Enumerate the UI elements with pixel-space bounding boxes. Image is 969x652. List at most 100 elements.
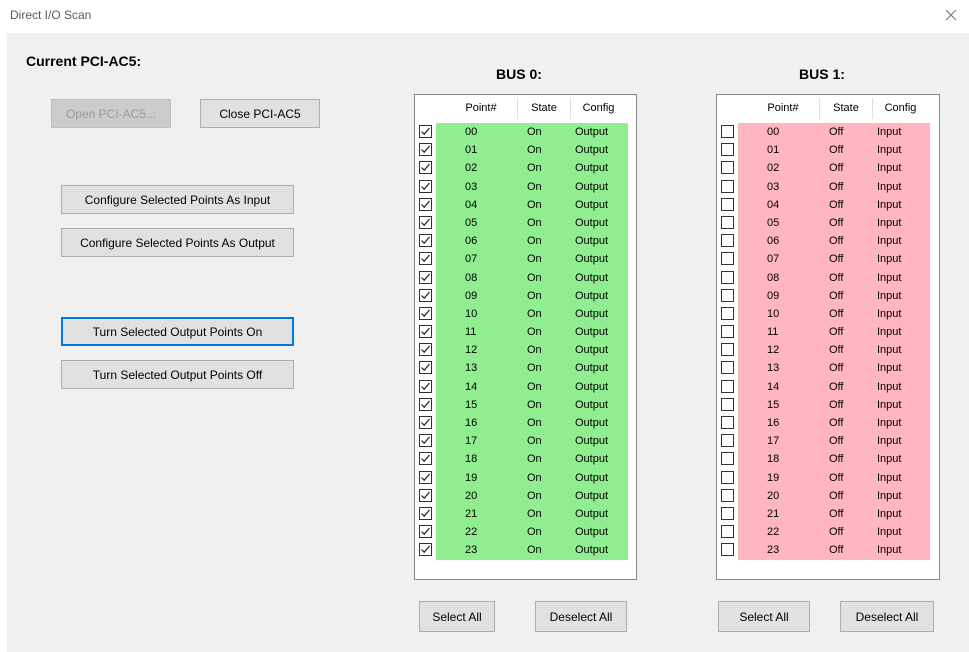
bus0-row[interactable]: 05 On Output — [415, 213, 636, 233]
bus0-row[interactable]: 12 On Output — [415, 341, 636, 360]
bus1-row-checkbox[interactable] — [721, 416, 734, 429]
bus1-row-checkbox[interactable] — [721, 270, 734, 284]
bus0-row-checkbox[interactable] — [419, 306, 432, 320]
bus0-row[interactable]: 00 On Output — [415, 123, 636, 142]
bus0-row[interactable]: 01 On Output — [415, 141, 636, 160]
bus1-row[interactable]: 00 Off Input — [717, 123, 939, 142]
bus0-col-point[interactable]: Point# — [446, 102, 516, 114]
close-device-button[interactable]: Close PCI-AC5 — [200, 99, 320, 128]
bus1-row-checkbox[interactable] — [721, 343, 734, 357]
bus1-row-checkbox[interactable] — [721, 161, 734, 175]
configure-output-button[interactable]: Configure Selected Points As Output — [61, 228, 294, 257]
bus0-row-checkbox[interactable] — [419, 325, 432, 339]
bus1-row-checkbox[interactable] — [721, 197, 734, 211]
bus0-row[interactable]: 09 On Output — [415, 286, 636, 305]
bus0-row[interactable]: 03 On Output — [415, 177, 636, 196]
configure-input-button[interactable]: Configure Selected Points As Input — [61, 185, 294, 214]
bus1-row-checkbox[interactable] — [721, 125, 734, 138]
bus0-row[interactable]: 02 On Output — [415, 159, 636, 178]
bus1-row-checkbox[interactable] — [721, 306, 734, 320]
bus1-col-point[interactable]: Point# — [748, 102, 818, 114]
bus0-row[interactable]: 18 On Output — [415, 450, 636, 469]
bus1-row[interactable]: 19 Off Input — [717, 468, 939, 487]
bus0-row[interactable]: 23 On Output — [415, 541, 636, 560]
bus0-row[interactable]: 06 On Output — [415, 232, 636, 251]
bus0-row[interactable]: 14 On Output — [415, 377, 636, 396]
bus0-row-checkbox[interactable] — [419, 397, 432, 411]
bus1-row-checkbox[interactable] — [721, 525, 734, 539]
bus0-row[interactable]: 10 On Output — [415, 304, 636, 324]
bus0-row[interactable]: 16 On Output — [415, 414, 636, 433]
bus0-row-checkbox[interactable] — [419, 252, 432, 266]
bus0-row[interactable]: 21 On Output — [415, 504, 636, 524]
bus1-select-all-button[interactable]: Select All — [718, 601, 810, 632]
open-device-button[interactable]: Open PCI-AC5... — [51, 99, 171, 128]
bus1-row[interactable]: 11 Off Input — [717, 323, 939, 342]
bus0-row-checkbox[interactable] — [419, 197, 432, 211]
bus0-row-checkbox[interactable] — [419, 379, 432, 393]
bus0-col-config[interactable]: Config — [571, 102, 626, 114]
bus1-row-checkbox[interactable] — [721, 506, 734, 520]
bus1-row[interactable]: 04 Off Input — [717, 195, 939, 214]
bus1-row[interactable]: 06 Off Input — [717, 232, 939, 251]
bus1-row[interactable]: 15 Off Input — [717, 395, 939, 414]
bus0-row-checkbox[interactable] — [419, 143, 432, 157]
bus0-row-checkbox[interactable] — [419, 288, 432, 302]
bus1-row[interactable]: 21 Off Input — [717, 504, 939, 524]
bus1-deselect-all-button[interactable]: Deselect All — [840, 601, 934, 632]
bus1-row[interactable]: 08 Off Input — [717, 268, 939, 287]
bus0-row-checkbox[interactable] — [419, 179, 432, 193]
bus0-row-checkbox[interactable] — [419, 488, 432, 502]
bus1-row-checkbox[interactable] — [721, 325, 734, 339]
bus0-row-checkbox[interactable] — [419, 506, 432, 520]
bus0-row-checkbox[interactable] — [419, 543, 432, 557]
bus0-row-checkbox[interactable] — [419, 361, 432, 375]
bus0-row-checkbox[interactable] — [419, 343, 432, 357]
bus0-deselect-all-button[interactable]: Deselect All — [535, 601, 627, 632]
bus0-row-checkbox[interactable] — [419, 161, 432, 175]
bus0-row-checkbox[interactable] — [419, 125, 432, 138]
bus0-row[interactable]: 15 On Output — [415, 395, 636, 414]
bus1-row[interactable]: 03 Off Input — [717, 177, 939, 196]
bus1-row[interactable]: 01 Off Input — [717, 141, 939, 160]
bus1-row-checkbox[interactable] — [721, 234, 734, 248]
bus1-col-state[interactable]: State — [820, 102, 872, 114]
bus1-row-checkbox[interactable] — [721, 470, 734, 484]
bus0-row-checkbox[interactable] — [419, 215, 432, 229]
bus1-row-checkbox[interactable] — [721, 252, 734, 266]
bus1-row[interactable]: 02 Off Input — [717, 159, 939, 178]
bus0-row[interactable]: 19 On Output — [415, 468, 636, 487]
bus1-row-checkbox[interactable] — [721, 543, 734, 557]
bus1-row[interactable]: 09 Off Input — [717, 286, 939, 305]
bus1-row-checkbox[interactable] — [721, 452, 734, 466]
bus0-select-all-button[interactable]: Select All — [419, 601, 495, 632]
bus1-row-checkbox[interactable] — [721, 361, 734, 375]
bus1-row-checkbox[interactable] — [721, 379, 734, 393]
bus0-row-checkbox[interactable] — [419, 525, 432, 539]
bus1-row-checkbox[interactable] — [721, 143, 734, 157]
bus0-row[interactable]: 04 On Output — [415, 195, 636, 214]
turn-on-button[interactable]: Turn Selected Output Points On — [61, 317, 294, 346]
bus1-row-checkbox[interactable] — [721, 215, 734, 229]
bus1-row[interactable]: 10 Off Input — [717, 304, 939, 324]
close-icon[interactable] — [943, 7, 959, 23]
bus1-col-config[interactable]: Config — [873, 102, 928, 114]
turn-off-button[interactable]: Turn Selected Output Points Off — [61, 360, 294, 389]
bus0-row[interactable]: 11 On Output — [415, 323, 636, 342]
bus1-row[interactable]: 07 Off Input — [717, 250, 939, 269]
bus0-row[interactable]: 13 On Output — [415, 359, 636, 378]
bus0-row[interactable]: 08 On Output — [415, 268, 636, 287]
bus1-row-checkbox[interactable] — [721, 288, 734, 302]
bus1-row[interactable]: 23 Off Input — [717, 541, 939, 560]
bus1-row[interactable]: 17 Off Input — [717, 432, 939, 451]
bus1-row[interactable]: 22 Off Input — [717, 523, 939, 542]
bus0-row[interactable]: 22 On Output — [415, 523, 636, 542]
bus1-row-checkbox[interactable] — [721, 397, 734, 411]
bus1-row[interactable]: 20 Off Input — [717, 486, 939, 505]
bus0-row-checkbox[interactable] — [419, 452, 432, 466]
bus1-row-checkbox[interactable] — [721, 434, 734, 448]
bus0-row[interactable]: 20 On Output — [415, 486, 636, 505]
bus0-row-checkbox[interactable] — [419, 416, 432, 429]
bus0-row-checkbox[interactable] — [419, 470, 432, 484]
bus1-row[interactable]: 05 Off Input — [717, 213, 939, 233]
